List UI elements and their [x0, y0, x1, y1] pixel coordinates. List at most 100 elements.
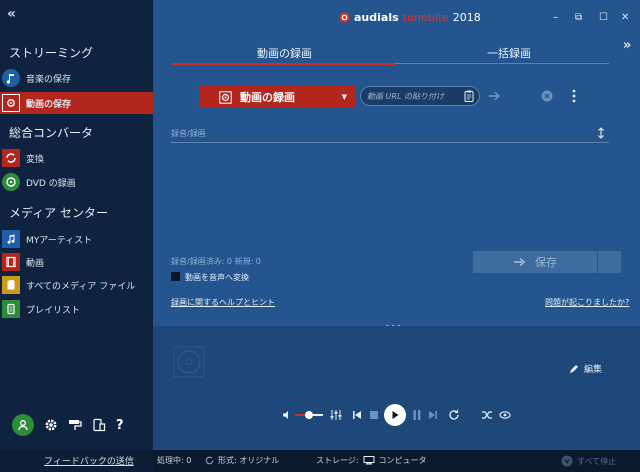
pause-icon[interactable]: [413, 410, 421, 420]
section-media-center: メディア センター: [9, 206, 108, 220]
window-maximize-button[interactable]: ☐: [599, 12, 608, 23]
save-button[interactable]: 保存: [473, 251, 597, 273]
video-record-icon: [219, 90, 232, 104]
chevron-down-icon: ▼: [341, 93, 347, 101]
computer-label: コンピュータ: [378, 456, 427, 465]
paint-roller-icon[interactable]: [68, 418, 82, 432]
sidebar-item-playlist[interactable]: プレイリスト: [0, 298, 153, 320]
record-mode-dropdown[interactable]: 動画の録画 ▼: [199, 86, 355, 108]
music-note-icon: [2, 230, 20, 248]
window-minimize-button[interactable]: –: [553, 12, 558, 23]
url-placeholder: 動画 URL の貼り付け: [367, 91, 444, 101]
music-save-icon: [2, 69, 20, 87]
filter-underline: [171, 142, 609, 143]
help-icon[interactable]: ?: [116, 418, 124, 433]
brand-product: tunebite: [402, 11, 449, 24]
app-brand: audials tunebite 2018: [339, 11, 481, 24]
playlist-icon: [2, 300, 20, 318]
format-label: 形式: オリジナル: [218, 456, 280, 465]
sidebar-item-artists[interactable]: MYアーティスト: [0, 228, 153, 250]
sidebar-item-label: 動画: [26, 258, 45, 269]
section-streaming: ストリーミング: [9, 46, 94, 60]
disc-placeholder-icon: [173, 346, 205, 378]
media-files-icon: [2, 276, 20, 294]
edit-label: 編集: [584, 365, 603, 375]
brand-prefix: audials: [354, 11, 399, 24]
volume-icon[interactable]: [282, 410, 292, 420]
sidebar-item-music-save[interactable]: 音楽の保存: [0, 67, 153, 89]
active-tab-indicator: [171, 63, 395, 65]
sidebar-item-label: すべてのメディア ファイル: [26, 281, 136, 292]
refresh-icon: [205, 456, 214, 465]
film-icon: [2, 253, 20, 271]
clipboard-icon[interactable]: [464, 90, 474, 102]
tab-divider: [395, 63, 609, 64]
computer-icon: [363, 456, 375, 465]
next-icon[interactable]: [428, 410, 438, 420]
record-mode-label: 動画の録画: [240, 91, 295, 104]
pencil-icon: [569, 364, 579, 374]
recording-filter-input[interactable]: 録音/録画: [171, 128, 206, 139]
dvd-record-icon: [2, 173, 20, 191]
status-bar: 処理中: 0 形式: オリジナル ストレージ: コンピュータ すべて停止: [153, 450, 640, 472]
problem-link[interactable]: 問題が起こりましたか?: [545, 297, 629, 308]
video-url-input[interactable]: 動画 URL の貼り付け: [360, 86, 480, 106]
more-options-icon[interactable]: [572, 89, 576, 103]
visualizer-icon[interactable]: [499, 411, 511, 419]
sidebar-item-video[interactable]: 動画: [0, 251, 153, 273]
sidebar-item-label: DVD の録画: [26, 178, 76, 189]
sidebar-item-label: 変換: [26, 154, 45, 165]
feedback-link[interactable]: フィードバックの送信: [44, 454, 134, 467]
previous-icon[interactable]: [352, 410, 362, 420]
edit-button[interactable]: 編集: [569, 362, 602, 375]
stop-all-button[interactable]: すべて停止: [561, 455, 616, 467]
recording-stats: 録音/録画済み: 0 新規: 0: [171, 257, 261, 266]
sidebar-item-all-media[interactable]: すべてのメディア ファイル: [0, 274, 153, 296]
clear-icon[interactable]: [541, 90, 553, 102]
tab-video-record[interactable]: 動画の録画: [257, 45, 312, 61]
convert-to-audio-checkbox[interactable]: [171, 272, 180, 281]
storage-label: ストレージ:: [316, 456, 359, 465]
sidebar-item-label: MYアーティスト: [26, 235, 93, 246]
user-icon[interactable]: [12, 414, 34, 436]
convert-icon: [2, 149, 20, 167]
storage-status[interactable]: ストレージ: コンピュータ: [316, 455, 427, 466]
equalizer-icon[interactable]: [330, 409, 342, 421]
format-status[interactable]: 形式: オリジナル: [205, 455, 279, 466]
processing-status: 処理中: 0: [157, 456, 192, 465]
save-label: 保存: [535, 256, 557, 269]
sidebar-item-dvd[interactable]: DVD の録画: [0, 171, 153, 193]
save-options-button[interactable]: [598, 251, 621, 273]
devices-icon[interactable]: [92, 418, 106, 432]
stop-icon[interactable]: [370, 411, 378, 419]
shuffle-icon[interactable]: [481, 410, 493, 420]
gear-icon[interactable]: [44, 418, 58, 432]
tab-batch-record[interactable]: 一括録画: [487, 45, 531, 61]
expand-panel-button[interactable]: »: [623, 38, 631, 53]
sidebar-item-label: プレイリスト: [26, 305, 81, 316]
sidebar-item-video-save[interactable]: 動画の保存: [0, 92, 153, 114]
help-tips-link[interactable]: 録画に関するヘルプとヒント: [171, 297, 275, 308]
stop-all-icon: [561, 455, 573, 467]
volume-knob[interactable]: [305, 411, 313, 419]
player-panel: 編集: [153, 326, 640, 450]
sidebar-item-label: 音楽の保存: [26, 74, 72, 85]
sort-icon[interactable]: [597, 127, 605, 139]
video-save-icon: [2, 94, 20, 112]
sidebar-toolbar: ?: [12, 414, 124, 436]
main-panel: audials tunebite 2018 – ⧉ ☐ ✕ » 動画の録画 一括…: [153, 0, 640, 326]
sidebar-item-convert[interactable]: 変換: [0, 147, 153, 169]
window-close-button[interactable]: ✕: [621, 12, 629, 23]
arrow-right-icon[interactable]: [488, 91, 502, 101]
play-button[interactable]: [384, 404, 406, 426]
repeat-icon[interactable]: [448, 409, 460, 421]
arrow-right-icon: [513, 257, 527, 267]
section-converter: 総合コンバータ: [9, 126, 94, 140]
sidebar-item-label: 動画の保存: [26, 99, 72, 110]
brand-year: 2018: [452, 11, 481, 24]
window-restore-button[interactable]: ⧉: [575, 12, 582, 23]
stop-all-label: すべて停止: [577, 456, 617, 466]
convert-to-audio-label: 動画を音声へ変換: [185, 273, 249, 282]
collapse-sidebar-button[interactable]: «: [7, 6, 16, 22]
audials-logo-icon: [339, 12, 350, 23]
